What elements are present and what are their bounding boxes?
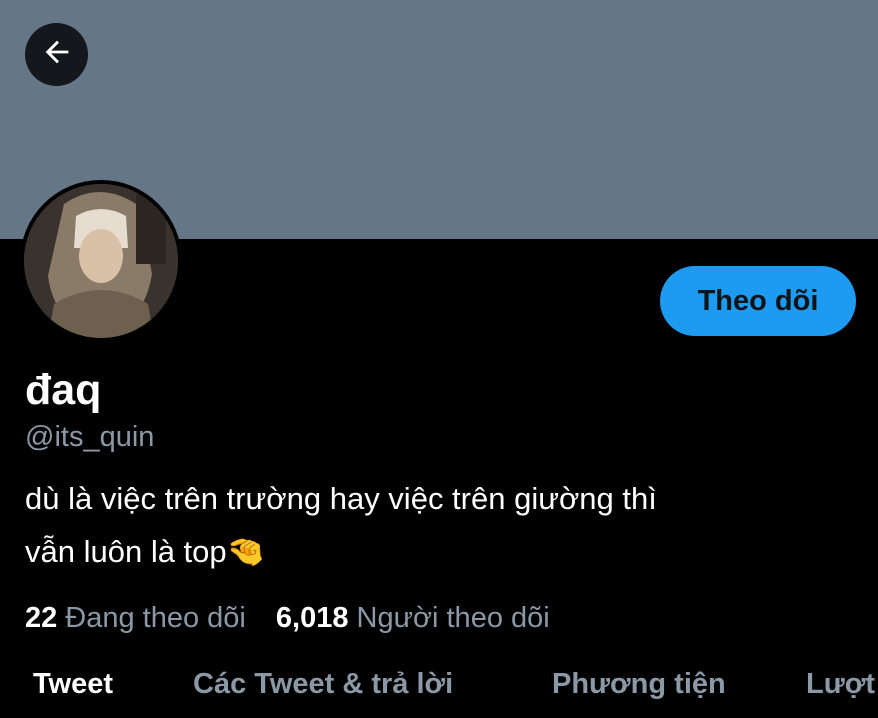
profile-bio: dù là việc trên trường hay việc trên giư…	[25, 472, 845, 578]
followers-label: Người theo dõi	[356, 602, 550, 634]
follow-button[interactable]: Theo dõi	[660, 266, 856, 336]
profile-page: Theo dõi đaq @its_quin dù là việc trên t…	[0, 0, 878, 718]
tab-tweets-and-replies[interactable]: Các Tweet & trả lời	[193, 664, 453, 704]
tab-likes[interactable]: Lượt	[806, 664, 875, 704]
back-button[interactable]	[25, 23, 88, 86]
profile-tabs: Tweet Các Tweet & trả lời Phương tiện Lư…	[0, 664, 878, 718]
user-handle: @its_quin	[25, 421, 155, 453]
following-count: 22	[25, 602, 58, 634]
tab-tweets[interactable]: Tweet	[33, 664, 113, 704]
arrow-left-icon	[40, 35, 74, 74]
bio-line: dù là việc trên trường hay việc trên giư…	[25, 481, 657, 516]
following-stat[interactable]: 22 Đang theo dõi	[25, 600, 246, 636]
display-name: đaq	[25, 366, 102, 414]
followers-stat[interactable]: 6,018 Người theo dõi	[276, 600, 550, 636]
bio-line: vẫn luôn là top🤏	[25, 534, 266, 569]
avatar[interactable]	[20, 180, 182, 342]
tab-media[interactable]: Phương tiện	[552, 664, 726, 704]
follow-stats: 22 Đang theo dõi 6,018 Người theo dõi	[25, 600, 550, 636]
following-label: Đang theo dõi	[65, 602, 246, 634]
profile-photo	[24, 184, 178, 338]
followers-count: 6,018	[275, 602, 349, 634]
